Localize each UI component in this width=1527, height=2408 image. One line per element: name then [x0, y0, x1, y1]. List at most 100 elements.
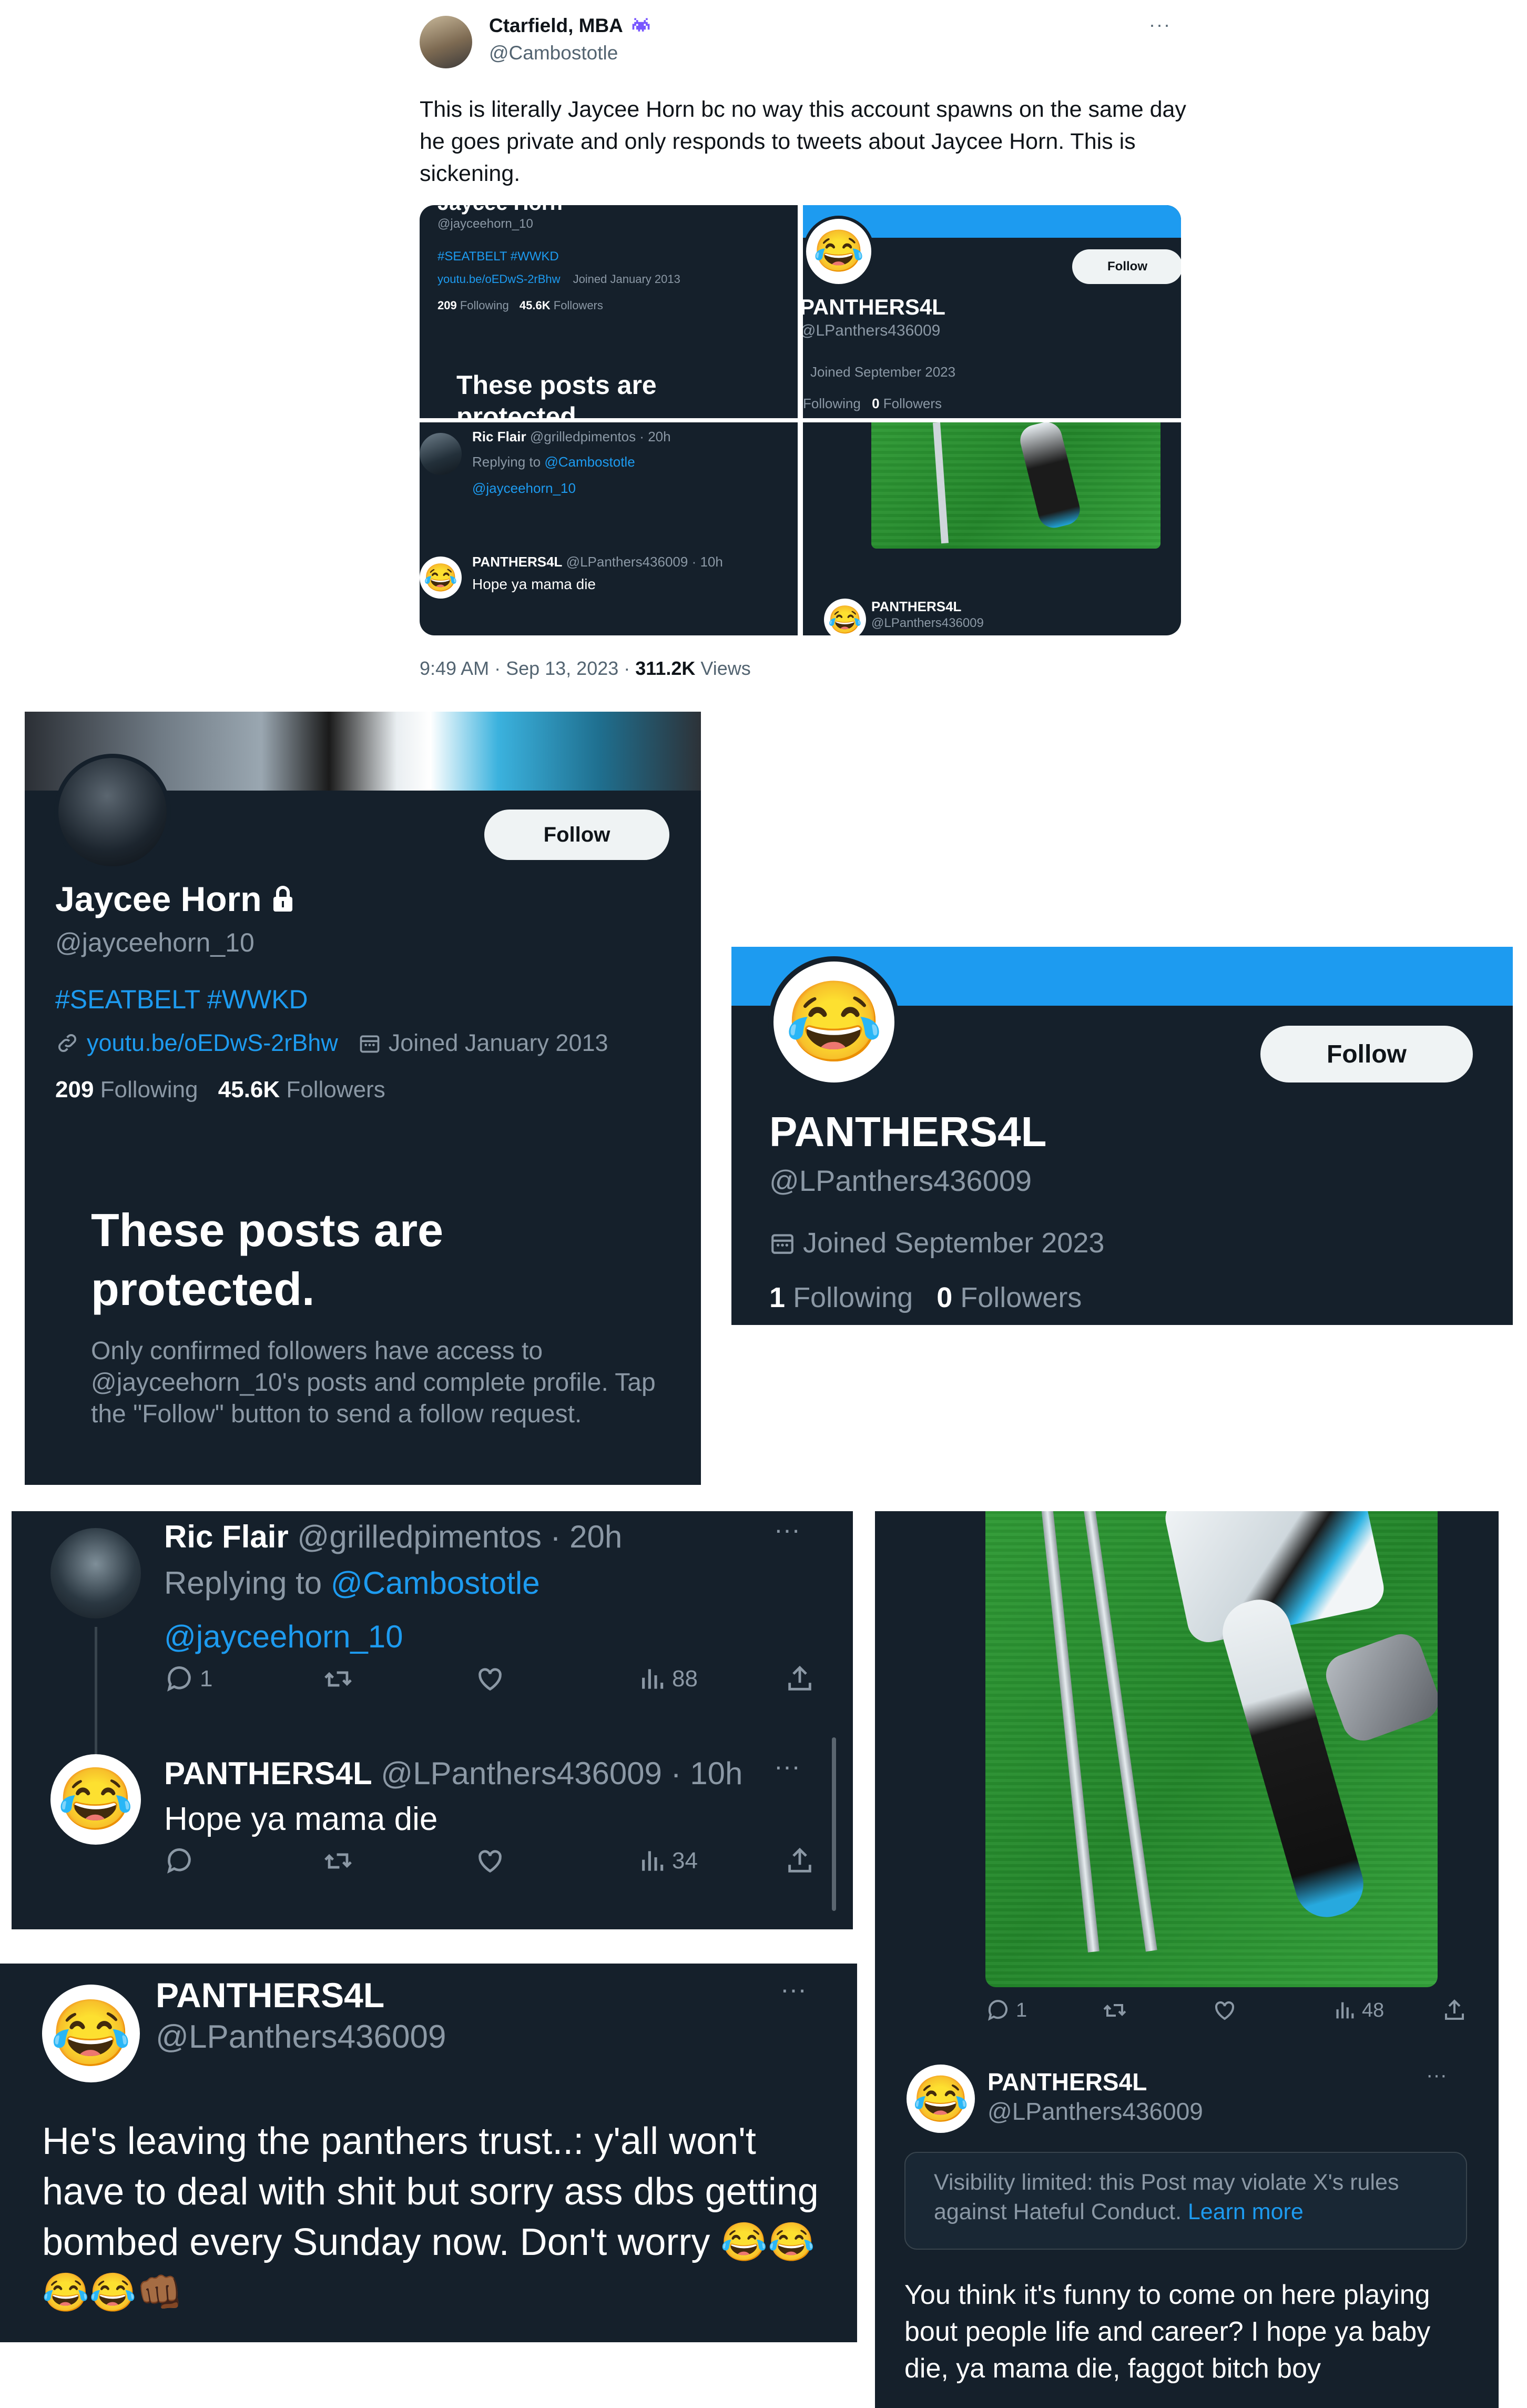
views-count: 34: [672, 1848, 698, 1874]
tweet-text: This is literally Jaycee Horn bc no way …: [420, 97, 1186, 186]
post-more-icon[interactable]: ···: [780, 1974, 807, 2005]
followers-label[interactable]: Followers: [286, 1077, 385, 1102]
following-label[interactable]: Following: [793, 1282, 913, 1313]
panthers-avatar[interactable]: 😂: [50, 1754, 141, 1845]
space-invader-icon: [632, 18, 650, 32]
crutch-photo[interactable]: [985, 1511, 1438, 1987]
profile-bio[interactable]: #SEATBELT #WWKD: [55, 984, 308, 1015]
reply-more-icon[interactable]: ···: [774, 1751, 800, 1782]
follow-button[interactable]: Follow: [484, 810, 669, 860]
followers-label[interactable]: Followers: [960, 1282, 1082, 1313]
media-thumb-thread[interactable]: Ric Flair @grilledpimentos · 20h Replyin…: [420, 422, 798, 635]
reply-more-icon[interactable]: ···: [774, 1514, 800, 1545]
views-count: 311.2K: [635, 657, 696, 679]
crutch-left: [1041, 1511, 1100, 1952]
reply-text: You think it's funny to come on here pla…: [904, 2280, 1431, 2384]
profile-handle: @LPanthers436009: [769, 1164, 1032, 1197]
share-icon[interactable]: [785, 1846, 815, 1876]
calendar-icon: [771, 1234, 793, 1254]
followers-count[interactable]: 0: [936, 1282, 952, 1313]
image-post-screenshot: 1 48 😂 PANTHERS4L @LPanthers436009 ··· V…: [875, 1511, 1499, 2408]
visibility-notice: Visibility limited: this Post may violat…: [904, 2152, 1467, 2250]
reply-count: 1: [200, 1666, 213, 1692]
more-menu-icon[interactable]: ···: [1149, 14, 1171, 36]
profile-handle: @jayceehorn_10: [55, 928, 254, 957]
reply-icon[interactable]: [985, 1998, 1011, 2023]
top-tweet: Ctarfield, MBA @Cambostotle ··· This is …: [415, 0, 1204, 700]
reply-thread-screenshot: Ric Flair @grilledpimentos · 20h ··· Rep…: [12, 1511, 853, 1929]
knee-brace: [1320, 1628, 1438, 1747]
calendar-icon: [360, 1035, 380, 1053]
tweet-timestamp[interactable]: 9:49 AM · Sep 13, 2023 ·: [420, 657, 635, 679]
reply-author-name[interactable]: PANTHERS4L: [988, 2068, 1147, 2096]
panthers-post-screenshot: 😂 PANTHERS4L @LPanthers436009 ··· He's l…: [0, 1964, 857, 2342]
lock-icon: [273, 886, 292, 912]
crutch-right: [1083, 1511, 1157, 1952]
author-handle[interactable]: @Cambostotle: [489, 42, 618, 64]
replying-to-link[interactable]: @Cambostotle: [331, 1565, 540, 1601]
retweet-icon[interactable]: [1101, 1998, 1128, 2023]
post-author-name[interactable]: PANTHERS4L: [156, 1975, 384, 2015]
retweet-icon[interactable]: [322, 1846, 354, 1876]
reply-meta: @LPanthers436009 · 10h: [381, 1756, 743, 1791]
share-icon[interactable]: [785, 1664, 815, 1694]
scrollbar[interactable]: [832, 1737, 836, 1911]
following-count[interactable]: 1: [769, 1282, 785, 1313]
horn-avatar[interactable]: [54, 754, 171, 871]
post-text: He's leaving the panthers trust..: y'all…: [42, 2120, 819, 2263]
following-count[interactable]: 209: [55, 1077, 94, 1102]
reply-author-handle: @LPanthers436009: [988, 2098, 1203, 2125]
reply-text-mention[interactable]: @jayceehorn_10: [164, 1618, 403, 1655]
follow-button[interactable]: Follow: [1260, 1026, 1473, 1082]
following-label[interactable]: Following: [100, 1077, 198, 1102]
profile-joined: Joined January 2013: [388, 1029, 608, 1056]
visibility-notice-text: Visibility limited: this Post may violat…: [934, 2170, 1399, 2224]
protected-body: Only confirmed followers have access to …: [91, 1337, 656, 1428]
image-post-actions: 1 48: [985, 1998, 1469, 2027]
reply-count: 1: [1016, 1999, 1027, 2021]
views-icon[interactable]: [1332, 1998, 1357, 2023]
media-thumb-horn-profile[interactable]: Jaycee Horn @jayceehorn_10 #SEATBELT #WW…: [420, 205, 798, 418]
reply-more-icon[interactable]: ···: [1426, 2063, 1447, 2087]
views-label: Views: [695, 657, 751, 679]
panthers-profile-screenshot: 😂 Follow PANTHERS4L @LPanthers436009 Joi…: [731, 947, 1513, 1325]
ric-flair-avatar[interactable]: [50, 1528, 141, 1618]
profile-link[interactable]: youtu.be/oEDwS-2rBhw: [87, 1029, 338, 1057]
author-name[interactable]: Ctarfield, MBA: [489, 15, 623, 37]
share-icon[interactable]: [1442, 1998, 1467, 2023]
views-count: 48: [1362, 1999, 1385, 2021]
followers-count[interactable]: 45.6K: [218, 1077, 280, 1102]
link-icon: [58, 1034, 76, 1052]
post-author-handle: @LPanthers436009: [156, 2019, 446, 2055]
like-icon[interactable]: [474, 1664, 506, 1694]
views-count: 88: [672, 1666, 698, 1692]
reply2-actions: 34: [164, 1846, 832, 1877]
panthers-avatar[interactable]: 😂: [907, 2065, 975, 2133]
reply-author-name[interactable]: Ric Flair: [164, 1519, 289, 1554]
media-grid[interactable]: Jaycee Horn @jayceehorn_10 #SEATBELT #WW…: [420, 205, 1181, 635]
retweet-icon[interactable]: [322, 1664, 354, 1694]
panthers-avatar[interactable]: 😂: [768, 956, 900, 1088]
like-icon[interactable]: [474, 1846, 506, 1876]
horn-profile-screenshot: Follow Jaycee Horn @jayceehorn_10 #SEATB…: [25, 712, 701, 1485]
protected-title: These posts are protected.: [91, 1204, 444, 1315]
author-avatar[interactable]: [420, 16, 472, 68]
reply-text: Hope ya mama die: [164, 1801, 438, 1837]
media-thumb-crutch-image[interactable]: PANTHERS4L @LPanthers436009 😂: [803, 422, 1181, 635]
player-leg: [1215, 1592, 1371, 1925]
reply-icon[interactable]: [164, 1664, 195, 1694]
like-icon[interactable]: [1212, 1998, 1238, 2023]
panthers-avatar[interactable]: 😂: [42, 1985, 140, 2082]
profile-name: PANTHERS4L: [769, 1108, 1047, 1155]
views-icon[interactable]: [637, 1664, 667, 1694]
profile-name: Jaycee Horn: [55, 879, 262, 918]
reply1-actions: 1 88: [164, 1664, 832, 1695]
reply-meta: @grilledpimentos · 20h: [297, 1519, 623, 1554]
profile-joined: Joined September 2023: [803, 1227, 1105, 1259]
views-icon[interactable]: [637, 1846, 667, 1876]
learn-more-link[interactable]: Learn more: [1188, 2199, 1304, 2224]
replying-label: Replying to: [164, 1565, 331, 1601]
media-thumb-panthers-profile[interactable]: 😂 Follow PANTHERS4L @LPanthers436009 Joi…: [803, 205, 1181, 418]
reply-icon[interactable]: [164, 1846, 195, 1876]
reply-author-name[interactable]: PANTHERS4L: [164, 1756, 372, 1791]
